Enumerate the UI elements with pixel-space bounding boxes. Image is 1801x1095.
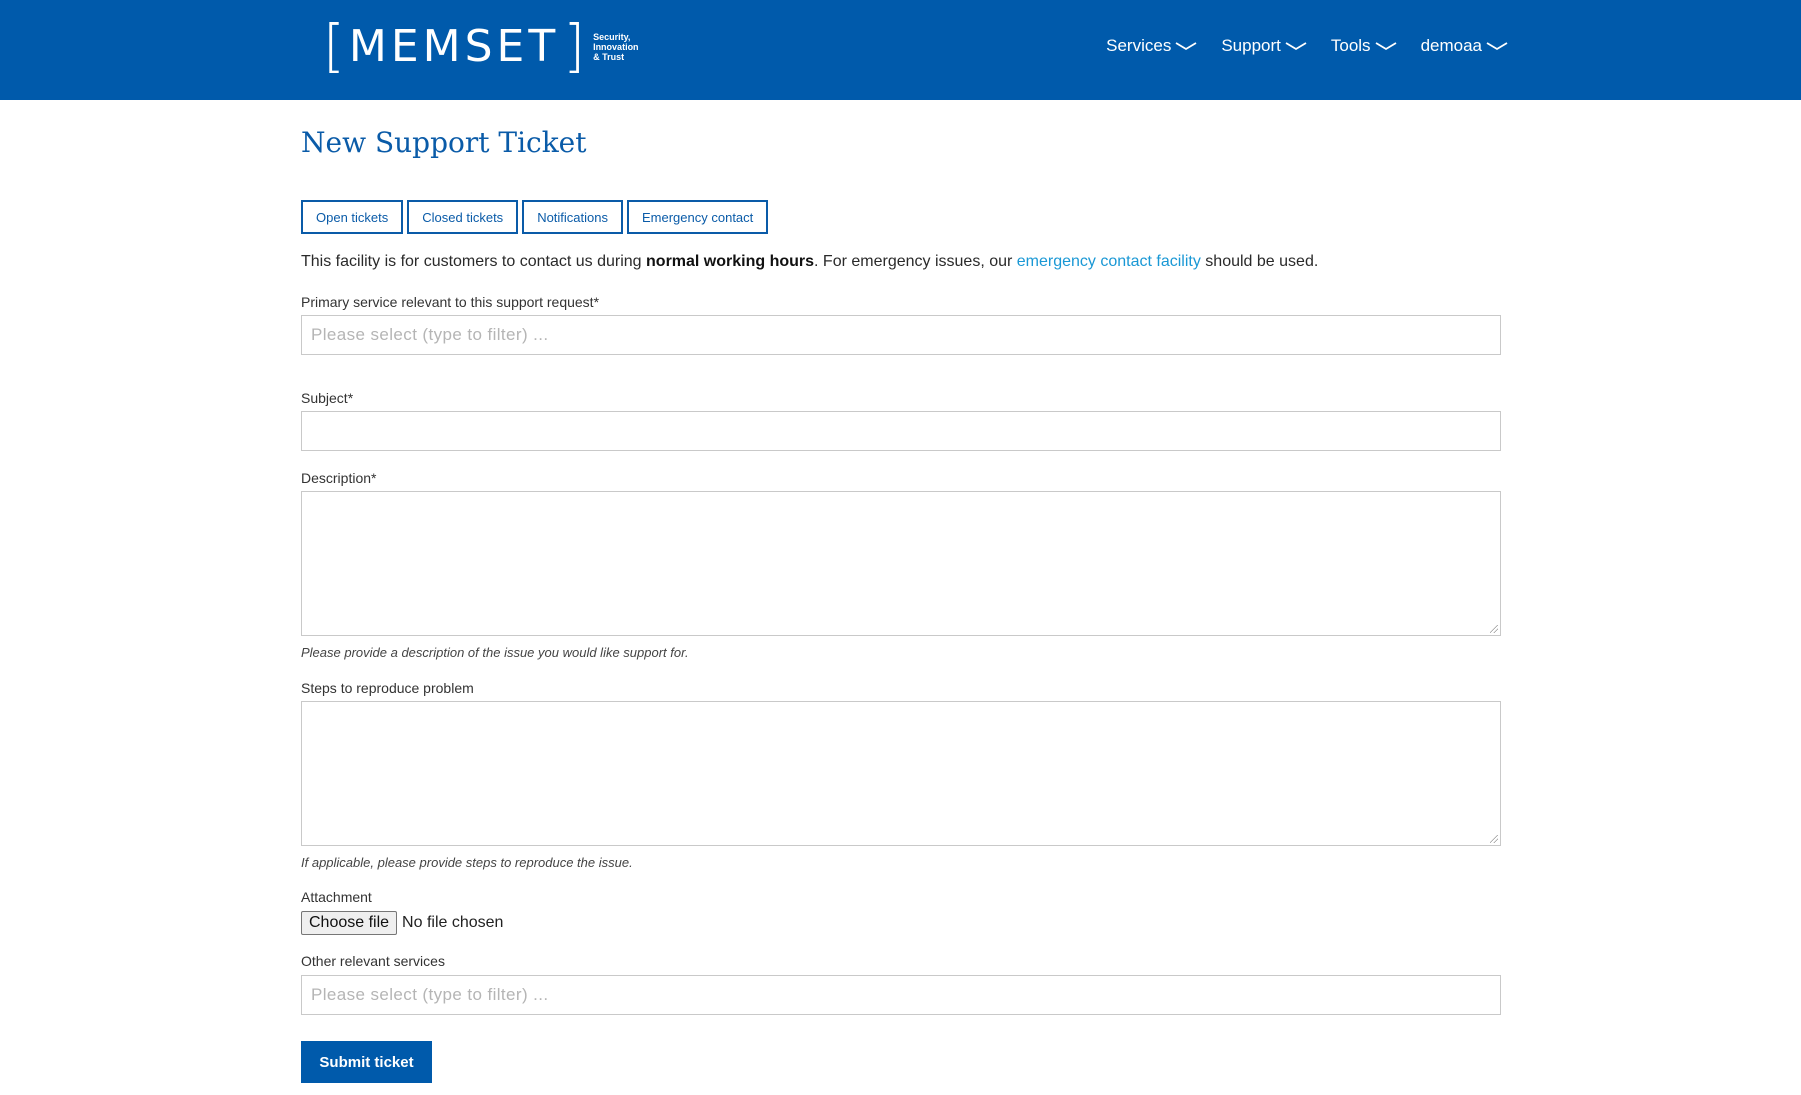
chevron-down-icon <box>1285 42 1307 51</box>
steps-label: Steps to reproduce problem <box>301 680 474 696</box>
emergency-contact-link[interactable]: emergency contact facility <box>1017 253 1201 270</box>
primary-service-placeholder: Please select (type to filter) ... <box>311 325 549 344</box>
intro-working-hours: normal working hours <box>646 253 815 270</box>
attachment-label: Attachment <box>301 889 372 905</box>
logo-tagline-line: Security, <box>593 32 631 42</box>
ticket-tabs: Open tickets Closed tickets Notification… <box>301 200 769 234</box>
intro-text-start: This facility is for customers to contac… <box>301 253 647 270</box>
logo-bracket-right: ] <box>563 13 586 80</box>
nav-services-label: Services <box>1106 36 1172 55</box>
tab-notifications[interactable]: Notifications <box>522 200 623 234</box>
other-services-label: Other relevant services <box>301 953 445 969</box>
logo-bracket-left: [ <box>323 13 345 80</box>
primary-service-label: Primary service relevant to this support… <box>301 294 600 310</box>
other-services-placeholder: Please select (type to filter) ... <box>311 985 549 1004</box>
submit-ticket-button[interactable]: Submit ticket <box>301 1041 432 1083</box>
other-services-select[interactable]: Please select (type to filter) ... <box>301 975 1501 1015</box>
intro-text: This facility is for customers to contac… <box>301 253 1318 271</box>
attachment-file-input: Choose file No file chosen <box>301 911 503 935</box>
page-title: New Support Ticket <box>301 126 587 159</box>
resize-handle-icon[interactable] <box>1490 625 1498 633</box>
nav-tools-label: Tools <box>1330 36 1371 55</box>
description-label: Description* <box>301 470 377 486</box>
logo-tagline-line: Innovation <box>593 42 639 52</box>
intro-text-middle: . For emergency issues, our <box>814 253 1017 270</box>
description-textarea[interactable] <box>301 491 1501 636</box>
logo-tagline: Security, Innovation & Trust <box>593 32 645 62</box>
chevron-down-icon <box>1486 42 1508 51</box>
nav-user-menu[interactable]: demoaa <box>1421 36 1508 56</box>
tab-closed-tickets[interactable]: Closed tickets <box>407 200 519 234</box>
nav-support-label: Support <box>1221 36 1281 55</box>
nav-support[interactable]: Support <box>1221 36 1307 56</box>
memset-logo[interactable]: [ MEMSET ] Security, Innovation & Trust <box>323 13 645 80</box>
nav-services[interactable]: Services <box>1106 36 1197 56</box>
tab-open-tickets[interactable]: Open tickets <box>301 200 404 234</box>
subject-label: Subject* <box>301 390 354 406</box>
file-status: No file chosen <box>402 914 504 931</box>
chevron-down-icon <box>1175 42 1197 51</box>
nav-tools[interactable]: Tools <box>1331 36 1397 56</box>
choose-file-button[interactable]: Choose file <box>301 911 398 935</box>
nav-user-label: demoaa <box>1420 36 1482 55</box>
logo-tagline-line: & Trust <box>593 52 625 62</box>
steps-help: If applicable, please provide steps to r… <box>301 855 633 870</box>
resize-handle-icon[interactable] <box>1490 835 1498 843</box>
steps-textarea[interactable] <box>301 701 1501 846</box>
top-header: [ MEMSET ] Security, Innovation & Trust … <box>0 0 1801 100</box>
chevron-down-icon <box>1375 42 1397 51</box>
logo-word: MEMSET <box>348 21 560 72</box>
subject-input[interactable] <box>301 411 1501 451</box>
description-help: Please provide a description of the issu… <box>301 645 689 660</box>
primary-service-select[interactable]: Please select (type to filter) ... <box>301 315 1501 355</box>
tab-emergency-contact[interactable]: Emergency contact <box>627 200 769 234</box>
main-nav: Services Support Tools demoaa <box>1106 36 1508 56</box>
intro-text-end: should be used. <box>1200 253 1319 270</box>
